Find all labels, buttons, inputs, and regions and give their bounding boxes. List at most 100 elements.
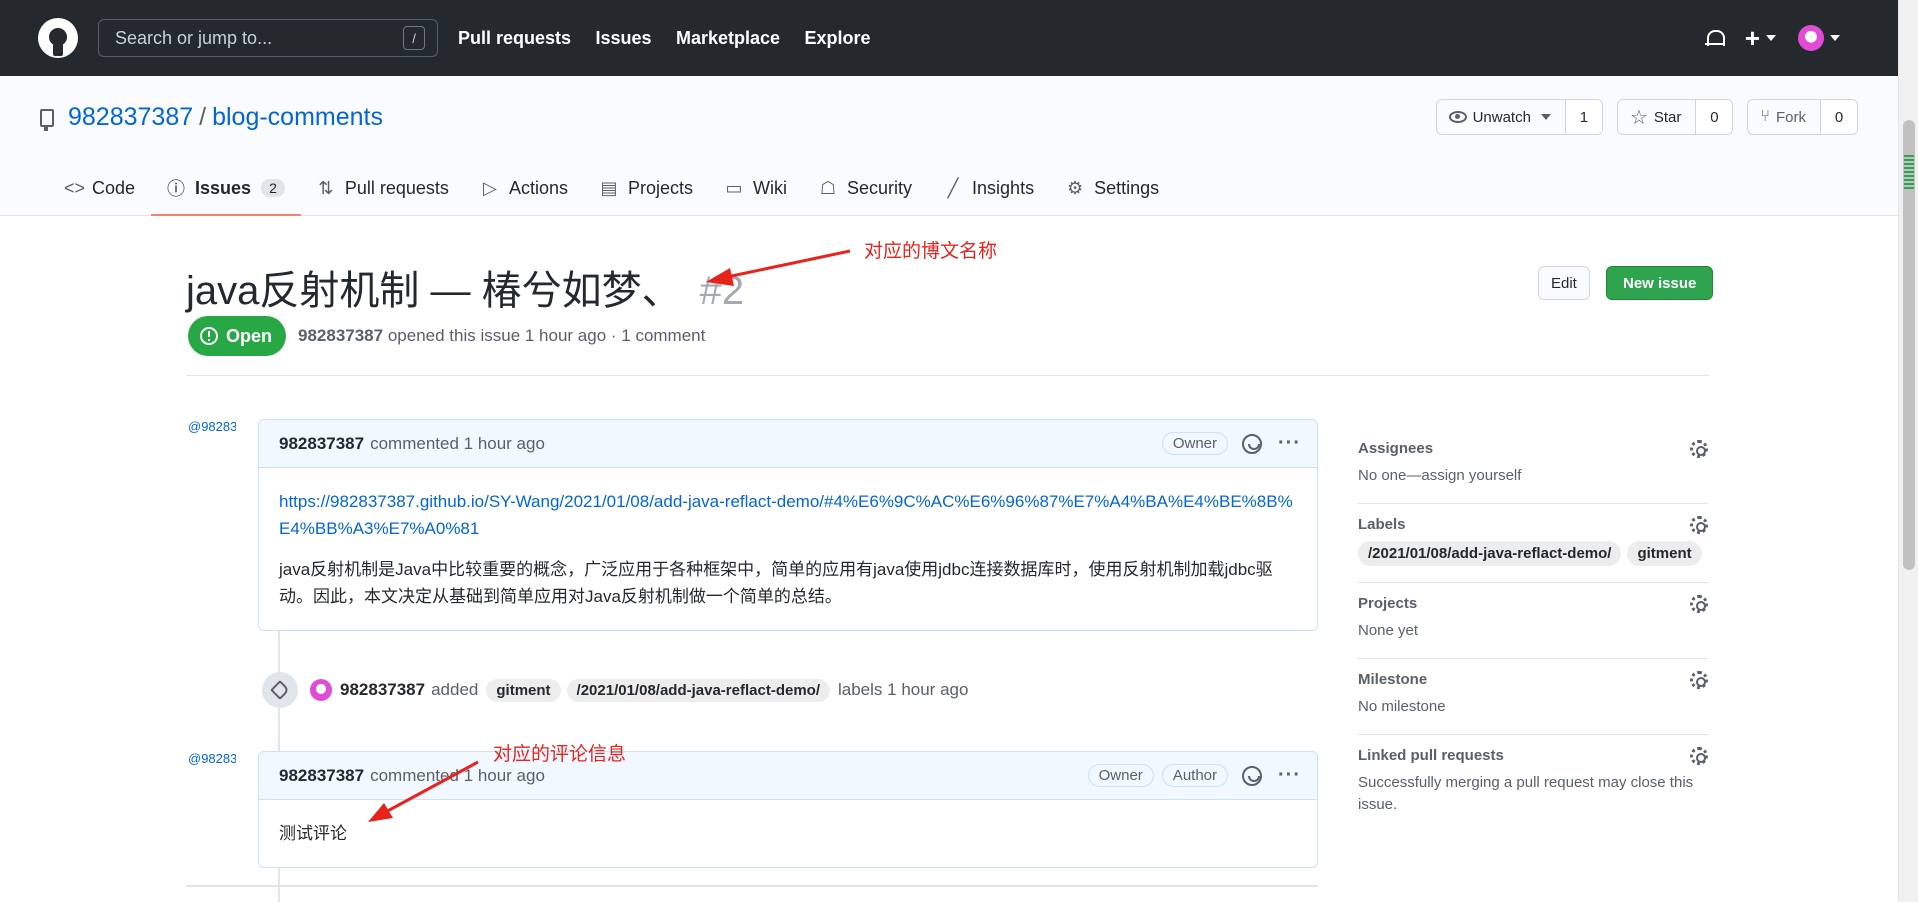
avatar[interactable]: @982837387 <box>188 752 236 800</box>
status-label: Open <box>226 325 273 346</box>
comment: 982837387 commented 1 hour ago Owner Aut… <box>258 751 1318 868</box>
comment-body: https://982837387.github.io/SY-Wang/2021… <box>259 468 1317 630</box>
eye-icon <box>1448 111 1467 123</box>
annotation-comment-note: 对应的评论信息 <box>493 744 627 765</box>
assign-yourself-link[interactable]: No one—assign yourself <box>1358 465 1708 487</box>
tab-label: Code <box>92 177 136 198</box>
gear-icon[interactable] <box>1690 440 1708 458</box>
issue-meta: 982837387 opened this issue 1 hour ago ·… <box>298 326 705 346</box>
comment-body: 测试评论 <box>259 800 1317 867</box>
gear-icon[interactable] <box>1690 671 1708 689</box>
label-blog-path[interactable]: /2021/01/08/add-java-reflact-demo/ <box>566 678 830 702</box>
bell-icon[interactable] <box>1704 28 1725 48</box>
edit-button[interactable]: Edit <box>1538 266 1590 300</box>
comment-time[interactable]: commented 1 hour ago <box>370 766 545 786</box>
label-gitment[interactable]: gitment <box>486 678 561 702</box>
issue-opened-icon <box>200 327 218 345</box>
annotation-title-note: 对应的博文名称 <box>864 241 998 262</box>
comment-header: 982837387 commented 1 hour ago Owner Aut… <box>259 752 1317 800</box>
watch-count[interactable]: 1 <box>1565 100 1602 134</box>
avatar[interactable]: @982837387 <box>188 420 236 468</box>
book-icon: ▭ <box>725 177 743 198</box>
label-gitment[interactable]: gitment <box>1627 541 1702 566</box>
create-new-menu[interactable]: + <box>1745 23 1776 54</box>
tab-label: Issues <box>195 177 252 198</box>
tab-actions[interactable]: ▷ Actions <box>465 162 584 216</box>
unwatch-button[interactable]: Unwatch <box>1437 100 1566 134</box>
event-author-link[interactable]: 982837387 <box>340 680 425 700</box>
fork-button[interactable]: ⑂ Fork <box>1748 100 1821 134</box>
issue-author-link[interactable]: 982837387 <box>298 326 383 345</box>
star-icon: ☆ <box>1629 106 1648 129</box>
repo-header: 982837387 / blog-comments Unwatch 1 ☆ St… <box>0 76 1898 216</box>
nav-issues[interactable]: Issues <box>596 28 652 49</box>
tab-wiki[interactable]: ▭ Wiki <box>709 162 803 216</box>
star-count[interactable]: 0 <box>1696 100 1733 134</box>
issues-count-badge: 2 <box>261 179 285 197</box>
sidebar-linked-prs: Linked pull requests Successfully mergin… <box>1358 735 1708 832</box>
emoji-reaction-icon[interactable] <box>1242 433 1263 454</box>
page-scrollbar[interactable] <box>1898 0 1918 902</box>
gear-icon[interactable] <box>1690 516 1708 534</box>
tab-label: Pull requests <box>344 177 449 198</box>
tab-settings[interactable]: ⚙ Settings <box>1050 162 1175 216</box>
repo-actions: Unwatch 1 ☆ Star 0 ⑂ Fork 0 <box>1435 99 1858 135</box>
status-badge: Open <box>188 316 287 356</box>
tag-icon <box>270 680 290 700</box>
comment-time[interactable]: commented 1 hour ago <box>370 434 545 454</box>
user-menu[interactable] <box>1798 25 1840 51</box>
shield-icon: ☖ <box>819 177 837 198</box>
emoji-reaction-icon[interactable] <box>1242 765 1263 786</box>
fork-group: ⑂ Fork 0 <box>1747 99 1858 135</box>
caret-down-icon <box>1766 35 1776 41</box>
play-icon: ▷ <box>483 177 497 198</box>
gear-icon[interactable] <box>1690 747 1708 765</box>
repo-tabs: <> Code ⓘ Issues 2 ⇅ Pull requests ▷ Act… <box>0 162 1175 216</box>
tab-issues[interactable]: ⓘ Issues 2 <box>151 162 301 216</box>
star-label: Star <box>1653 108 1682 126</box>
comment-author-link[interactable]: 982837387 <box>279 434 364 454</box>
caret-down-icon <box>1830 35 1840 41</box>
graph-icon: ╱ <box>947 177 959 198</box>
owner-badge: Owner <box>1087 764 1154 787</box>
global-nav: Pull requests Issues Marketplace Explore <box>458 28 891 49</box>
tab-label: Projects <box>627 177 693 198</box>
tab-insights[interactable]: ╱ Insights <box>928 162 1050 216</box>
event-suffix: labels 1 hour ago <box>838 680 969 699</box>
comment-author-link[interactable]: 982837387 <box>279 766 364 786</box>
pull-request-icon: ⇅ <box>318 177 334 198</box>
sidebar-title: Assignees <box>1358 440 1434 457</box>
kebab-horizontal-icon[interactable]: ··· <box>1278 432 1301 455</box>
owner-badge: Owner <box>1161 432 1229 455</box>
github-logo-icon[interactable] <box>38 18 78 58</box>
label-blog-path[interactable]: /2021/01/08/add-java-reflact-demo/ <box>1358 541 1622 566</box>
tab-projects[interactable]: ▤ Projects <box>584 162 709 216</box>
issue-sidebar: Assignees No one—assign yourself Labels … <box>1358 428 1708 832</box>
tab-code[interactable]: <> Code <box>48 162 151 216</box>
fork-count[interactable]: 0 <box>1821 100 1857 134</box>
nav-marketplace[interactable]: Marketplace <box>676 28 780 49</box>
fork-icon: ⑂ <box>1760 108 1770 125</box>
gear-icon: ⚙ <box>1067 177 1084 198</box>
gear-icon[interactable] <box>1690 595 1708 613</box>
tab-label: Insights <box>972 177 1035 198</box>
nav-explore[interactable]: Explore <box>805 28 871 49</box>
search-box[interactable]: / <box>98 19 438 57</box>
repo-name-link[interactable]: blog-comments <box>212 103 383 132</box>
sidebar-title: Linked pull requests <box>1358 747 1504 764</box>
timeline-divider <box>186 885 1318 887</box>
unwatch-label: Unwatch <box>1472 108 1531 126</box>
tab-security[interactable]: ☖ Security <box>803 162 928 216</box>
tab-pull-requests[interactable]: ⇅ Pull requests <box>301 162 465 216</box>
star-button[interactable]: ☆ Star <box>1618 100 1697 134</box>
search-input[interactable] <box>115 27 385 49</box>
nav-pull-requests[interactable]: Pull requests <box>458 28 571 49</box>
new-issue-button[interactable]: New issue <box>1606 266 1714 300</box>
header-divider <box>186 375 1709 376</box>
comment-link[interactable]: https://982837387.github.io/SY-Wang/2021… <box>279 488 1297 542</box>
kebab-horizontal-icon[interactable]: ··· <box>1278 764 1301 787</box>
repo-owner-link[interactable]: 982837387 <box>68 103 193 132</box>
search-shortcut-key: / <box>403 26 425 50</box>
avatar[interactable] <box>310 679 332 701</box>
fork-label: Fork <box>1776 108 1806 126</box>
